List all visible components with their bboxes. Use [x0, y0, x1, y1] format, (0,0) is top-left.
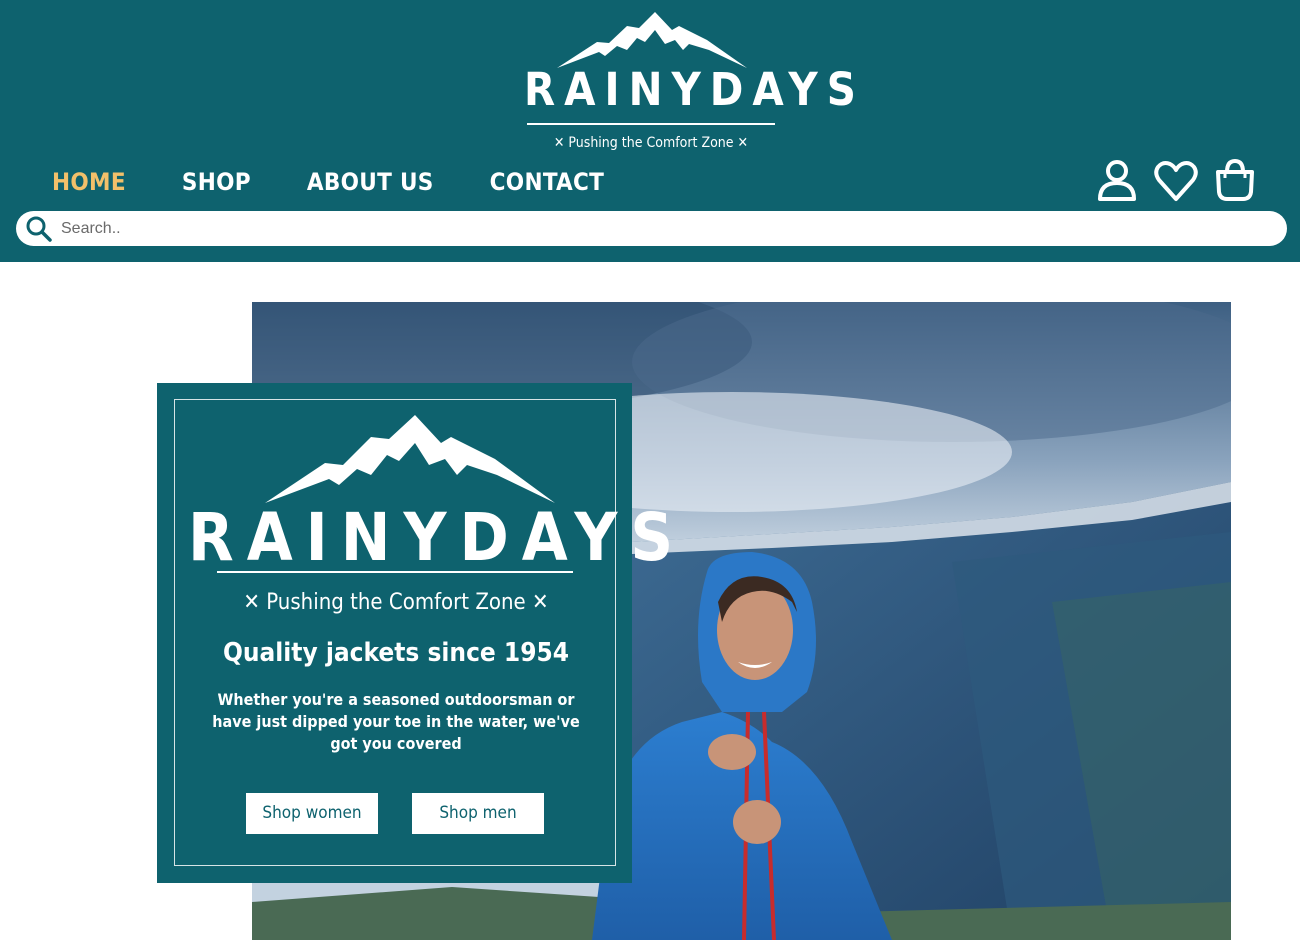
header-logo[interactable]: RAINYDAYS ✕ Pushing the Comfort Zone ✕: [515, 10, 865, 155]
mountain-logo-icon: [265, 415, 555, 503]
nav-item-shop[interactable]: SHOP: [182, 164, 251, 200]
search-bar[interactable]: [16, 211, 1287, 246]
logo-tagline: ✕ Pushing the Comfort Zone ✕: [553, 135, 749, 151]
promo-logo-wordmark: RAINYDAYS: [188, 499, 687, 576]
header-icons: [1094, 156, 1271, 204]
mountain-logo-icon: [557, 12, 747, 68]
promo-frame: RAINYDAYS ✕ Pushing the Comfort Zone ✕ Q…: [174, 399, 687, 866]
promo-tagline: ✕ Pushing the Comfort Zone ✕: [243, 590, 549, 615]
promo-logo-underline: [217, 571, 573, 573]
nav-item-home[interactable]: HOME: [52, 164, 126, 200]
main-nav: HOME SHOP ABOUT US CONTACT: [52, 164, 660, 200]
shop-women-button[interactable]: Shop women: [246, 793, 378, 834]
promo-card: RAINYDAYS ✕ Pushing the Comfort Zone ✕ Q…: [157, 383, 687, 883]
logo-underline: [527, 123, 775, 125]
promo-heading: Quality jackets since 1954: [222, 638, 570, 668]
site-header: RAINYDAYS ✕ Pushing the Comfort Zone ✕ H…: [0, 0, 1300, 262]
nav-item-about-us[interactable]: ABOUT US: [307, 164, 434, 200]
shop-men-button[interactable]: Shop men: [412, 793, 544, 834]
nav-item-contact[interactable]: CONTACT: [490, 164, 605, 200]
heart-icon[interactable]: [1153, 156, 1199, 204]
shopping-bag-icon[interactable]: [1212, 156, 1258, 204]
promo-description: Whether you're a seasoned outdoorsman or…: [212, 690, 580, 753]
user-icon[interactable]: [1094, 156, 1140, 204]
logo-wordmark: RAINYDAYS: [524, 63, 865, 116]
search-input[interactable]: [61, 215, 1261, 242]
search-icon[interactable]: [25, 215, 53, 243]
